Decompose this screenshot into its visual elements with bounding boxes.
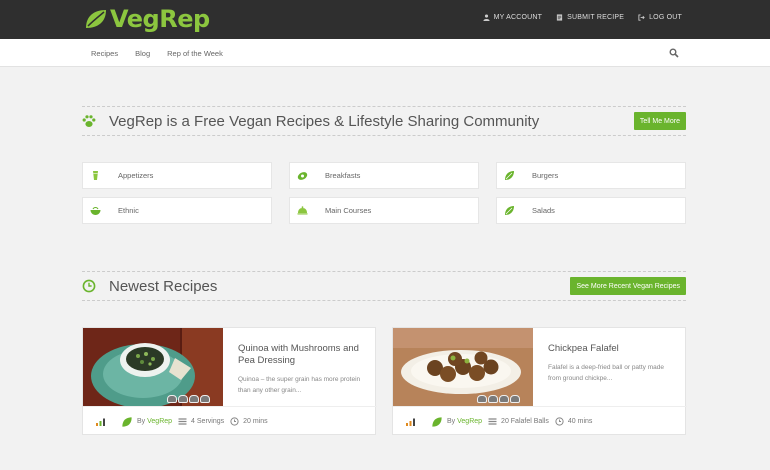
recipe-title[interactable]: Quinoa with Mushrooms and Pea Dressing [238,343,368,367]
category-burgers[interactable]: Burgers [496,162,686,189]
leaf-logo-icon [86,10,106,28]
account-links: MY ACCOUNT SUBMIT RECIPE LOG OUT [483,14,682,21]
by-prefix: By [447,418,456,425]
log-out-link[interactable]: LOG OUT [638,14,682,21]
nav-item-blog[interactable]: Blog [135,49,150,58]
my-account-label: MY ACCOUNT [493,14,543,21]
recipe-servings: 4 Servings [191,418,225,425]
rating-stars [477,395,520,403]
intro-title: VegRep is a Free Vegan Recipes & Lifesty… [109,113,540,130]
servings-icon [178,418,187,425]
category-breakfasts[interactable]: Breakfasts [289,162,479,189]
logout-icon [638,14,645,21]
servings-icon [488,418,497,425]
category-grid: Appetizers Breakfasts Burgers Ethnic Mai… [82,162,686,224]
intro-heading: VegRep is a Free Vegan Recipes & Lifesty… [82,106,686,136]
submit-recipe-label: SUBMIT RECIPE [567,14,625,21]
nav-item-rep-of-the-week[interactable]: Rep of the Week [167,49,223,58]
author-link[interactable]: VegRep [147,418,172,425]
glass-icon [93,171,98,180]
recipe-meta: By VegRep 4 Servings 20 mins [83,406,377,436]
rating-stars [167,395,210,403]
document-icon [557,14,563,21]
rating-icon [488,395,498,403]
logo[interactable]: VegRep [84,4,210,34]
leaf-author-icon [122,416,132,427]
recipe-byline: By VegRep [137,418,172,425]
category-label: Breakfasts [325,171,361,180]
rating-icon [477,395,487,403]
newest-recipes-title: Newest Recipes [109,278,218,295]
see-more-recipes-button[interactable]: See More Recent Vegan Recipes [570,277,686,295]
rating-icon [178,395,188,403]
paw-icon [82,115,96,127]
category-label: Appetizers [118,171,154,180]
category-label: Main Courses [325,206,372,215]
cloche-icon [297,206,308,215]
rating-icon [189,395,199,403]
leaf-author-icon [432,416,442,427]
category-label: Ethnic [118,206,139,215]
recipe-meta: By VegRep 20 Falafel Balls 40 mins [393,406,687,436]
logo-text: VegRep [110,5,210,33]
category-salads[interactable]: Salads [496,197,686,224]
main-navigation: Recipes Blog Rep of the Week [0,39,770,67]
search-icon[interactable] [669,48,679,58]
recipe-time: 20 mins [243,418,268,425]
my-account-link[interactable]: MY ACCOUNT [483,14,543,21]
by-prefix: By [137,418,146,425]
recipe-card: Chickpea Falafel Falafel is a deep-fried… [392,327,687,436]
submit-recipe-link[interactable]: SUBMIT RECIPE [556,14,624,21]
difficulty-icon [96,418,105,426]
category-label: Salads [532,206,555,215]
category-label: Burgers [532,171,559,180]
newest-recipes-heading: Newest Recipes See More Recent Vegan Rec… [82,271,686,301]
recipe-time: 40 mins [567,418,593,425]
clock-icon [82,279,96,293]
recipe-servings: 20 Falafel Balls [501,418,549,425]
egg-icon [297,172,308,180]
log-out-label: LOG OUT [649,14,682,21]
category-ethnic[interactable]: Ethnic [82,197,272,224]
difficulty-icon [406,418,415,426]
rating-icon [167,395,177,403]
clock-icon [555,417,564,426]
user-icon [483,14,490,21]
category-main-courses[interactable]: Main Courses [289,197,479,224]
author-link[interactable]: VegRep [457,418,482,425]
category-appetizers[interactable]: Appetizers [82,162,272,189]
rating-icon [499,395,509,403]
tell-me-more-button[interactable]: Tell Me More [633,112,686,130]
recipe-description: Falafel is a deep-fried ball or patty ma… [548,364,664,382]
recipe-description: Quinoa – the super grain has more protei… [238,376,361,394]
bowl-icon [90,207,101,215]
leaf-icon [505,206,514,215]
top-bar: VegRep MY ACCOUNT SUBMIT RECIPE LOG OUT [0,0,770,39]
nav-item-recipes[interactable]: Recipes [91,49,118,58]
recipe-card: Quinoa with Mushrooms and Pea Dressing Q… [82,327,377,436]
leaf-icon [505,171,514,180]
recipe-title[interactable]: Chickpea Falafel [548,343,678,355]
rating-icon [200,395,210,403]
recipe-byline: By VegRep [447,418,482,425]
clock-icon [230,417,239,426]
rating-icon [510,395,520,403]
